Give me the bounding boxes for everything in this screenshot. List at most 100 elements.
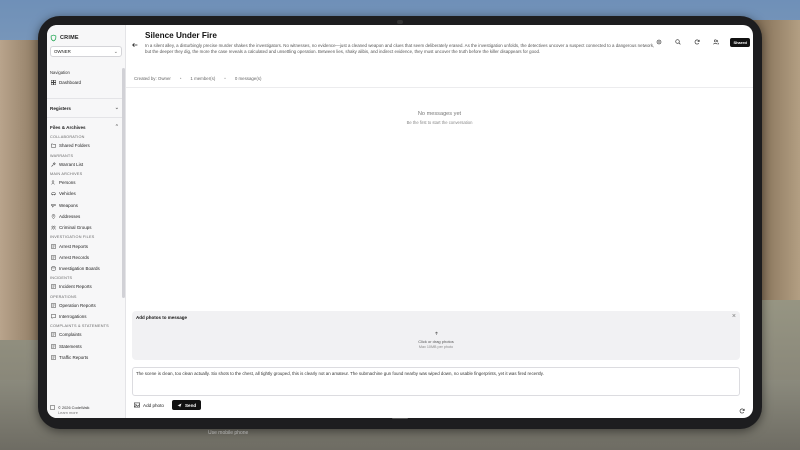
photo-panel-title: Add photos to message (136, 315, 188, 320)
settings-button[interactable] (654, 37, 664, 47)
sidebar: CRIME OWNER ⌄ Navigation Dashboard Regis… (47, 25, 126, 418)
role-select[interactable]: OWNER ⌄ (50, 46, 122, 57)
sidebar-item-label: Incident Reports (59, 284, 92, 290)
message-input[interactable]: The scene is clean, too clean actually. … (132, 367, 740, 396)
sidebar-item-label: Weapons (59, 202, 78, 208)
sidebar-item-label: Persons (59, 180, 76, 186)
navigation-label: Navigation (50, 70, 70, 75)
sidebar-footer: © 2026 CodeWalk Learn more (50, 405, 90, 415)
sidebar-item-label: Investigation Boards (59, 266, 100, 272)
upload-icon (434, 331, 439, 336)
header-actions: Shared (654, 37, 750, 47)
sidebar-item-addresses[interactable]: Addresses (47, 211, 122, 222)
section-files-archives[interactable]: Files & Archives ⌃ (47, 121, 122, 133)
sidebar-scroll[interactable]: Navigation Dashboard Registers ⌄ Files &… (47, 68, 122, 398)
sidebar-category-label: WARRANTS (50, 153, 74, 158)
chevron-down-icon: ⌄ (114, 105, 119, 112)
send-button[interactable]: Send (171, 400, 202, 410)
sidebar-item-vehicles[interactable]: Vehicles (47, 188, 122, 199)
sidebar-item-traffic-reports[interactable]: Traffic Reports (47, 352, 122, 363)
refresh-button[interactable] (739, 401, 747, 414)
sidebar-item-label: Warrant List (59, 161, 84, 167)
sidebar-item-label: Arrest Records (59, 254, 90, 260)
dropzone-text: Click or drag photos (418, 339, 454, 344)
image-icon (134, 402, 140, 408)
photo-dropzone[interactable]: Click or drag photos Max 10MB per photo (132, 331, 740, 349)
gear-icon (657, 39, 662, 45)
empty-subtitle: Be the first to start the conversation (406, 120, 473, 125)
refresh-icon (739, 408, 745, 414)
sidebar-item-complaints[interactable]: Complaints (47, 329, 122, 340)
send-label: Send (184, 402, 197, 408)
learn-more-link[interactable]: Learn more (58, 410, 90, 415)
document-icon (51, 354, 56, 360)
search-icon (675, 39, 682, 45)
meta-members: 1 member(s) (190, 76, 216, 81)
shield-icon (50, 34, 57, 42)
divider (47, 98, 122, 100)
background-building-left (0, 40, 40, 340)
document-icon (51, 243, 56, 249)
meta-row: Created by: Owner • 1 member(s) • 0 mess… (134, 76, 261, 81)
sidebar-item-label: Criminal Groups (59, 225, 92, 231)
refresh-icon (695, 39, 700, 45)
users-icon (51, 180, 56, 185)
page-description: In a silent alley, a disturbingly precis… (145, 43, 655, 54)
sidebar-item-weapons[interactable]: Weapons (47, 199, 122, 210)
sidebar-item-interrogations[interactable]: Interrogations (47, 311, 122, 322)
refresh-button[interactable] (692, 37, 702, 47)
chevron-up-icon: ⌃ (114, 124, 119, 131)
dropzone-subtext: Max 10MB per photo (418, 345, 454, 349)
chat-icon (51, 314, 56, 319)
pin-icon (51, 214, 56, 219)
sidebar-item-shared-folders[interactable]: Shared Folders (47, 140, 122, 151)
sidebar-item-arrest-records[interactable]: Arrest Records (47, 252, 122, 263)
sidebar-item-persons[interactable]: Persons (47, 177, 122, 188)
sidebar-item-statements[interactable]: Statements (47, 340, 122, 351)
add-photo-button[interactable]: Add photo (132, 402, 166, 408)
folder-icon (51, 143, 56, 148)
document-icon (51, 343, 56, 349)
sidebar-scrollbar[interactable] (122, 68, 125, 298)
meta-created-by: Created by: Owner (134, 76, 171, 81)
brand: CRIME (47, 25, 125, 43)
meta-separator: • (179, 76, 182, 81)
section-label: Registers (50, 105, 71, 111)
sidebar-item-operation-reports[interactable]: Operation Reports (47, 300, 122, 311)
members-button[interactable] (711, 37, 721, 47)
game-hint: Use mobile phone (208, 430, 249, 436)
sidebar-item-warrant-list[interactable]: Warrant List (47, 159, 122, 170)
header: Silence Under Fire In a silent alley, a … (126, 25, 753, 65)
board-icon (51, 266, 56, 271)
brand-name: CRIME (60, 34, 79, 41)
shared-badge[interactable]: Shared (730, 37, 750, 47)
tablet-screen: CRIME OWNER ⌄ Navigation Dashboard Regis… (47, 25, 753, 418)
sidebar-item-dashboard[interactable]: Dashboard (47, 77, 122, 88)
sidebar-item-label: Shared Folders (59, 143, 90, 149)
back-arrow-icon[interactable] (132, 35, 138, 48)
users-icon (713, 39, 720, 45)
sidebar-item-arrest-reports[interactable]: Arrest Reports (47, 240, 122, 251)
section-registers[interactable]: Registers ⌄ (47, 102, 122, 114)
sidebar-item-label: Statements (59, 343, 82, 349)
group-icon (51, 225, 56, 230)
search-button[interactable] (673, 37, 683, 47)
sidebar-item-incident-reports[interactable]: Incident Reports (47, 281, 122, 292)
send-icon (177, 403, 182, 407)
page-title: Silence Under Fire (145, 31, 217, 40)
sidebar-item-criminal-groups[interactable]: Criminal Groups (47, 222, 122, 233)
document-icon (51, 302, 56, 308)
meta-separator: • (224, 76, 226, 81)
photo-upload-panel: Add photos to message × Click or drag ph… (132, 311, 740, 360)
add-photo-label: Add photo (143, 402, 164, 408)
sidebar-item-label: Operation Reports (59, 302, 96, 308)
sidebar-item-investigation-boards[interactable]: Investigation Boards (47, 263, 122, 274)
divider (47, 117, 122, 119)
document-icon (50, 405, 55, 411)
empty-title: No messages yet (417, 111, 462, 117)
sidebar-categories: COLLABORATION Shared Folders WARRANTS Warra… (47, 133, 122, 363)
hammer-icon (51, 162, 56, 167)
sidebar-category-label: MAIN ARCHIVES (50, 171, 83, 176)
role-select-value: OWNER (54, 49, 71, 54)
close-icon[interactable]: × (732, 313, 736, 320)
